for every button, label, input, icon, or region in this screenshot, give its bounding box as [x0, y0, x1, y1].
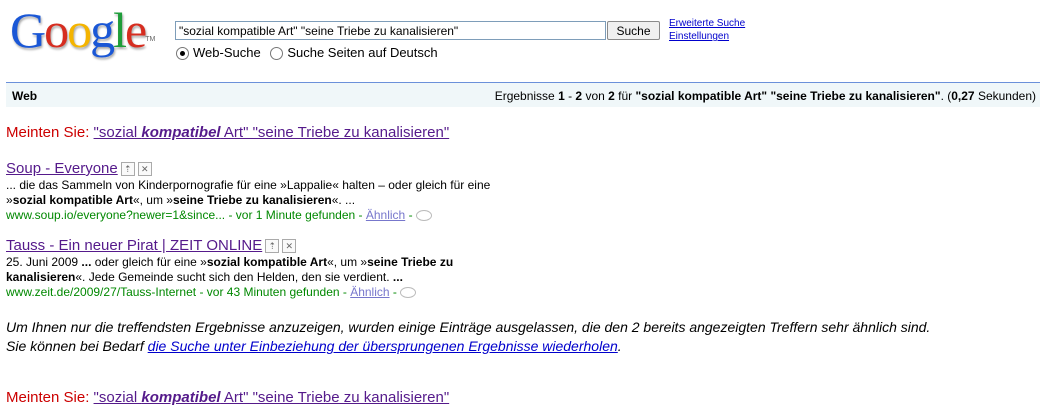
did-you-mean: Meinten Sie: "sozial kompatibel Art" "se…: [6, 124, 449, 141]
logo-letter: l: [113, 2, 127, 58]
comment-icon[interactable]: [415, 210, 432, 222]
promote-icon[interactable]: ⇡: [120, 162, 135, 177]
did-you-mean-label: Meinten Sie:: [6, 389, 94, 406]
results-header-bar: Web Ergebnisse 1 - 2 von 2 für "sozial k…: [6, 82, 1040, 107]
web-search-radio[interactable]: [176, 47, 189, 61]
promote-icon[interactable]: ⇡: [265, 239, 280, 254]
result-snippet: 25. Juni 2009 ... oder gleich für eine »…: [6, 255, 454, 284]
search-result: Soup - Everyone ⇡ ✕ ... die das Sammeln vo…: [6, 160, 491, 222]
result-snippet: ... die das Sammeln von Kinderpornografi…: [6, 178, 491, 207]
web-label: Web: [12, 89, 38, 103]
result-title-link[interactable]: Soup - Everyone: [6, 160, 118, 177]
similar-link[interactable]: Ähnlich: [366, 208, 405, 222]
remove-icon[interactable]: ✕: [282, 239, 297, 254]
top-links: Erweiterte Suche Einstellungen: [669, 17, 745, 43]
search-input[interactable]: [175, 21, 606, 40]
comment-icon[interactable]: [399, 287, 416, 299]
logo-letter: e: [125, 2, 147, 58]
search-result: Tauss - Ein neuer Pirat | ZEIT ONLINE ⇡ ✕ …: [6, 237, 454, 299]
omitted-results-notice: Um Ihnen nur die treffendsten Ergebnisse…: [6, 318, 1026, 356]
google-logo[interactable]: GoogleTM: [10, 2, 160, 58]
logo-letter: g: [90, 2, 115, 58]
german-pages-radio[interactable]: [270, 47, 284, 61]
result-url: www.zeit.de/2009/27/Tauss-Internet: [6, 285, 197, 299]
remove-icon[interactable]: ✕: [137, 162, 152, 177]
did-you-mean-bottom: Meinten Sie: "sozial kompatibel Art" "se…: [6, 389, 449, 406]
result-title-link[interactable]: Tauss - Ein neuer Pirat | ZEIT ONLINE: [6, 237, 262, 254]
advanced-search-link[interactable]: Erweiterte Suche: [669, 17, 745, 30]
logo-letter: o: [44, 2, 69, 58]
search-scope: Web-Suche Suche Seiten auf Deutsch: [176, 45, 444, 61]
result-url: www.soup.io/everyone?newer=1&since...: [6, 208, 226, 222]
german-pages-label[interactable]: Suche Seiten auf Deutsch: [287, 45, 437, 60]
did-you-mean-link[interactable]: "sozial kompatibel Art" "seine Triebe zu…: [94, 124, 450, 141]
results-stats: Ergebnisse 1 - 2 von 2 für "sozial kompa…: [494, 89, 1036, 103]
repeat-search-link[interactable]: die Suche unter Einbeziehung der überspr…: [148, 338, 618, 354]
similar-link[interactable]: Ähnlich: [350, 285, 389, 299]
did-you-mean-link[interactable]: "sozial kompatibel Art" "seine Triebe zu…: [94, 389, 450, 406]
omitted-text: Um Ihnen nur die treffendsten Ergebnisse…: [6, 319, 931, 335]
web-search-label[interactable]: Web-Suche: [193, 45, 261, 60]
trademark: TM: [145, 36, 156, 43]
settings-link[interactable]: Einstellungen: [669, 30, 745, 43]
did-you-mean-label: Meinten Sie:: [6, 124, 94, 141]
logo-letter: o: [67, 2, 92, 58]
search-button[interactable]: Suche: [607, 21, 660, 40]
logo-letter: G: [10, 2, 46, 58]
